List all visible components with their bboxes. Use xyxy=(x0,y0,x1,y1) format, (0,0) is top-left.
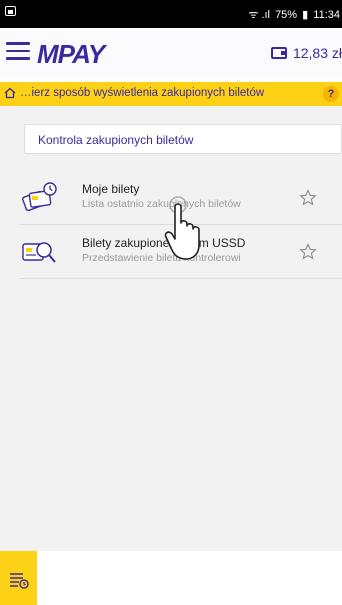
help-icon[interactable]: ? xyxy=(323,86,339,102)
app-bar: MPAY 12,83 zł xyxy=(0,28,342,78)
wallet-icon xyxy=(270,47,287,59)
tickets-history-icon xyxy=(10,573,29,589)
main-content: Kontrola zakupionych biletów Moje bilety… xyxy=(0,106,342,551)
hand-pointer-icon xyxy=(164,196,200,260)
app-screen: ᯤ .ıl 75% ▮ 11:34 MPAY 12,83 zł …ierz sp… xyxy=(0,0,342,605)
device-frame: ᯤ .ıl 75% ▮ 11:34 MPAY 12,83 zł …ierz sp… xyxy=(0,0,342,605)
status-indicators: ᯤ .ıl 75% ▮ 11:34 xyxy=(246,7,340,22)
info-banner[interactable]: …ierz sposób wyświetlenia zakupionych bi… xyxy=(0,82,342,106)
home-icon xyxy=(4,87,16,99)
ticket-control-button[interactable]: Kontrola zakupionych biletów xyxy=(24,124,342,154)
battery-level: 75% xyxy=(275,9,298,21)
ticket-search-icon xyxy=(22,242,56,263)
ticket-control-label: Kontrola zakupionych biletów xyxy=(38,133,194,147)
star-icon[interactable] xyxy=(299,243,317,261)
status-bar: ᯤ .ıl 75% ▮ 11:34 xyxy=(0,0,342,28)
star-icon[interactable] xyxy=(299,189,317,207)
signal-icon: ᯤ .ıl xyxy=(248,9,270,21)
history-tab[interactable] xyxy=(0,551,37,605)
bottom-bar xyxy=(0,551,342,605)
wallet-balance[interactable]: 12,83 zł xyxy=(270,42,342,64)
tickets-icon xyxy=(22,182,57,212)
battery-icon: ▮ xyxy=(302,9,309,21)
gallery-notification-icon xyxy=(5,6,16,16)
app-logo: MPAY xyxy=(37,39,105,69)
clock: 11:34 xyxy=(313,9,340,21)
banner-text: …ierz sposób wyświetlenia zakupionych bi… xyxy=(20,87,265,99)
wallet-amount: 12,83 zł xyxy=(292,45,342,61)
hamburger-icon[interactable] xyxy=(6,42,30,60)
list-item-title: Moje bilety xyxy=(82,182,140,196)
